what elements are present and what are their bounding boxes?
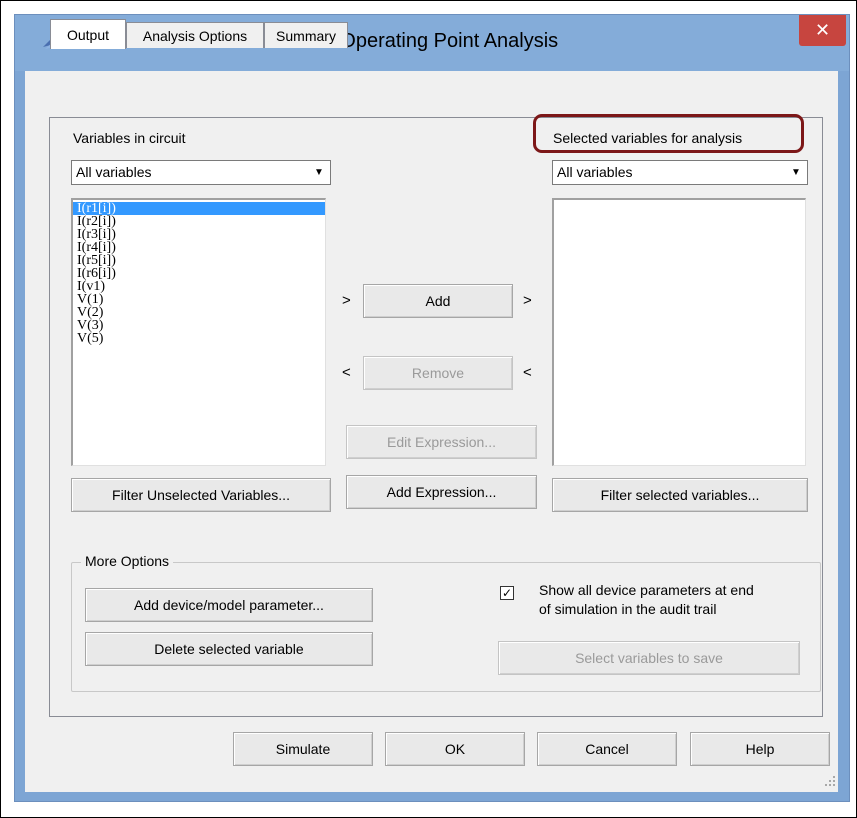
variables-listbox[interactable]: I(r1[i]) I(r2[i]) I(r3[i]) I(r4[i]) I(r5[i])…: [71, 198, 326, 466]
close-button[interactable]: ✕: [799, 15, 846, 46]
checkmark-icon: ✓: [501, 586, 513, 600]
selected-variables-listbox[interactable]: [552, 198, 806, 466]
right-filter-value: All variables: [557, 164, 633, 180]
ok-button[interactable]: OK: [385, 732, 525, 766]
list-item[interactable]: I(v1): [73, 280, 325, 294]
more-options-label: More Options: [81, 553, 174, 569]
list-item[interactable]: I(r6[i]): [73, 267, 325, 281]
tab-analysis-options-label: Analysis Options: [142, 27, 248, 44]
tab-summary-label: Summary: [276, 27, 336, 44]
remove-right-chevron: <: [523, 364, 532, 381]
add-expression-button[interactable]: Add Expression...: [346, 475, 537, 509]
delete-selected-variable-button[interactable]: Delete selected variable: [85, 632, 373, 666]
show-params-checkbox[interactable]: ✓: [500, 586, 514, 600]
chevron-down-icon[interactable]: ▼: [309, 162, 329, 183]
close-icon: ✕: [814, 20, 831, 40]
help-button[interactable]: Help: [690, 732, 830, 766]
simulate-button[interactable]: Simulate: [233, 732, 373, 766]
chevron-down-icon[interactable]: ▼: [786, 162, 806, 183]
filter-selected-button[interactable]: Filter selected variables...: [552, 478, 808, 512]
tab-output[interactable]: Output: [50, 19, 126, 49]
add-device-parameter-button[interactable]: Add device/model parameter...: [85, 588, 373, 622]
right-filter-dropdown[interactable]: All variables ▼: [552, 160, 808, 185]
list-item[interactable]: V(3): [73, 319, 325, 333]
checkbox-label-line2: of simulation in the audit trail: [539, 601, 717, 617]
left-filter-dropdown[interactable]: All variables ▼: [71, 160, 331, 185]
list-item[interactable]: V(1): [73, 293, 325, 307]
cancel-button[interactable]: Cancel: [537, 732, 677, 766]
list-item[interactable]: V(2): [73, 306, 325, 320]
variables-in-circuit-label: Variables in circuit: [73, 130, 186, 146]
tab-analysis-options[interactable]: Analysis Options: [126, 22, 264, 48]
add-button[interactable]: Add: [363, 284, 513, 318]
selected-variables-label: Selected variables for analysis: [553, 130, 743, 146]
checkbox-label-line1: Show all device parameters at end: [539, 582, 754, 598]
remove-button[interactable]: Remove: [363, 356, 513, 390]
filter-unselected-button[interactable]: Filter Unselected Variables...: [71, 478, 331, 512]
resize-grip-icon[interactable]: [822, 773, 836, 787]
list-item[interactable]: V(5): [73, 332, 325, 346]
edit-expression-button[interactable]: Edit Expression...: [346, 425, 537, 459]
add-right-chevron: >: [523, 292, 532, 309]
tab-output-label: Output: [66, 26, 110, 43]
remove-left-chevron: <: [342, 364, 351, 381]
left-filter-value: All variables: [76, 164, 152, 180]
add-left-chevron: >: [342, 292, 351, 309]
tab-summary[interactable]: Summary: [264, 22, 348, 48]
select-variables-to-save-button[interactable]: Select variables to save: [498, 641, 800, 675]
